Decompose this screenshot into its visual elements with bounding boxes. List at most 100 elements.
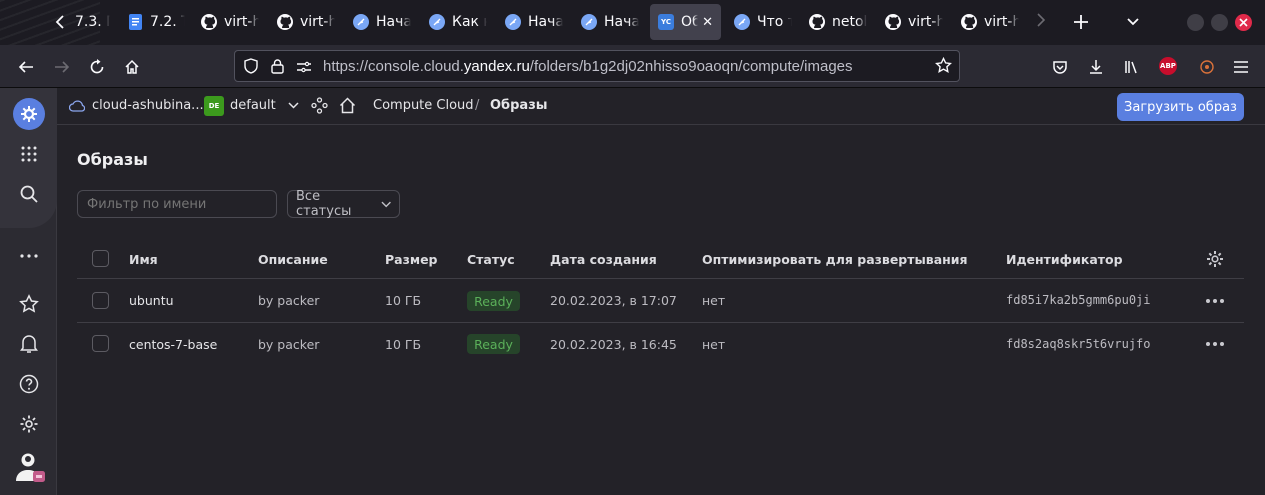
scroll-tabs-right-icon[interactable] [1036, 12, 1046, 32]
services-grid-icon[interactable] [14, 139, 44, 169]
column-header-id[interactable]: Идентификатор [1006, 252, 1123, 267]
maximize-window-icon[interactable] [1211, 14, 1228, 31]
cell-size: 10 ГБ [385, 293, 422, 308]
browser-tab[interactable]: 7.3. Г [52, 4, 110, 40]
back-arrow-icon[interactable] [12, 53, 40, 81]
downloads-icon[interactable] [1082, 53, 1110, 81]
row-actions-menu-icon[interactable] [1206, 341, 1224, 347]
feather-icon [734, 14, 750, 30]
breadcrumb-service[interactable]: Compute Cloud [373, 98, 474, 113]
shield-icon[interactable] [244, 58, 258, 78]
home-icon[interactable] [339, 97, 356, 118]
folder-badge[interactable]: DE [204, 96, 224, 116]
close-tab-icon[interactable]: ✕ [702, 15, 713, 30]
browser-tab[interactable]: Нача [581, 4, 639, 40]
status-select-value: Все статусы [296, 189, 352, 219]
cloud-selector[interactable]: cloud-ashubina... [69, 98, 204, 113]
left-rail [0, 88, 57, 495]
browser-tab[interactable]: virt-h [885, 4, 943, 40]
new-tab-icon[interactable] [1072, 13, 1090, 35]
close-window-icon[interactable] [1235, 14, 1252, 31]
table-divider [77, 322, 1244, 323]
url-text: https://console.cloud.yandex.ru/folders/… [323, 58, 853, 75]
browser-tab[interactable]: virt-h [277, 4, 335, 40]
favorites-star-icon[interactable] [14, 289, 44, 319]
adblock-plus-icon[interactable]: ABP [1159, 57, 1177, 75]
column-header-status[interactable]: Статус [467, 252, 515, 267]
column-header-description[interactable]: Описание [258, 252, 328, 267]
yandex-cloud-logo-icon[interactable] [13, 98, 45, 130]
chevron-down-icon [288, 102, 299, 109]
cell-description: by packer [258, 337, 320, 352]
pocket-icon[interactable] [1046, 53, 1074, 81]
forward-arrow-icon[interactable] [48, 53, 76, 81]
cell-name[interactable]: ubuntu [129, 293, 174, 308]
feather-icon [505, 14, 521, 30]
folder-selector[interactable]: default [230, 98, 299, 113]
status-select[interactable]: Все статусы [287, 189, 400, 219]
column-header-created[interactable]: Дата создания [550, 252, 657, 267]
column-header-size[interactable]: Размер [385, 252, 438, 267]
cell-optimize: нет [702, 293, 726, 308]
library-icon[interactable] [1118, 53, 1146, 81]
github-icon [809, 14, 825, 30]
search-icon[interactable] [14, 179, 44, 209]
browser-tab[interactable]: 7.2. Т [127, 4, 185, 40]
browser-tab-bar: 7.3. Г 7.2. Т virt-h virt-h Нача Как н Н… [0, 0, 1265, 45]
cell-id: fd8s2aq8skr5t6vrujfo [1006, 337, 1151, 351]
upload-image-button[interactable]: Загрузить образ [1117, 93, 1244, 121]
url-bar[interactable]: https://console.cloud.yandex.ru/folders/… [234, 50, 960, 82]
tab-list-icon[interactable] [1124, 12, 1142, 34]
browser-tab[interactable]: netol [809, 4, 867, 40]
permissions-icon[interactable] [296, 59, 312, 78]
cloud-icon [69, 99, 85, 112]
extension-icon[interactable] [1193, 53, 1221, 81]
browser-nav-bar: https://console.cloud.yandex.ru/folders/… [0, 45, 1265, 88]
name-filter-input[interactable] [77, 190, 277, 218]
cell-created: 20.02.2023, в 17:07 [550, 293, 677, 308]
cell-optimize: нет [702, 337, 726, 352]
minimize-window-icon[interactable] [1187, 14, 1204, 31]
column-header-optimize[interactable]: Оптимизировать для развертывания [702, 252, 968, 267]
menu-hamburger-icon[interactable] [1227, 53, 1255, 81]
browser-tab[interactable]: Как н [429, 4, 487, 40]
chevron-down-icon [381, 201, 391, 207]
cell-name[interactable]: centos-7-base [129, 337, 217, 352]
breadcrumb-header: cloud-ashubina... DE default Compute Clo… [57, 88, 1265, 125]
browser-tab-active[interactable]: YC Об ✕ [650, 4, 721, 40]
back-chevron-icon [52, 14, 68, 30]
github-icon [201, 14, 217, 30]
avatar[interactable] [15, 451, 45, 482]
status-badge: Ready [467, 291, 520, 311]
column-header-name[interactable]: Имя [129, 252, 158, 267]
more-icon[interactable] [14, 241, 44, 271]
help-icon[interactable] [14, 369, 44, 399]
browser-tab[interactable]: virt-h [961, 4, 1019, 40]
table-settings-gear-icon[interactable] [1206, 250, 1224, 272]
browser-tab[interactable]: Что т [734, 4, 792, 40]
cell-description: by packer [258, 293, 320, 308]
row-checkbox[interactable] [92, 335, 109, 352]
docs-icon [127, 14, 143, 30]
network-nodes-icon[interactable] [311, 97, 328, 118]
reload-icon[interactable] [83, 53, 111, 81]
select-all-checkbox[interactable] [92, 250, 109, 267]
notifications-bell-icon[interactable] [14, 329, 44, 359]
folder-name: default [230, 98, 276, 113]
browser-tab[interactable]: virt-h [201, 4, 259, 40]
browser-tab[interactable]: Нача [353, 4, 411, 40]
github-icon [961, 14, 977, 30]
breadcrumb-separator: / [475, 98, 480, 113]
settings-gear-icon[interactable] [14, 409, 44, 439]
feather-icon [429, 14, 445, 30]
home-icon[interactable] [118, 53, 146, 81]
lock-icon[interactable] [271, 58, 284, 78]
cell-created: 20.02.2023, в 16:45 [550, 337, 677, 352]
row-actions-menu-icon[interactable] [1206, 298, 1224, 304]
github-icon [277, 14, 293, 30]
cloud-name: cloud-ashubina... [92, 98, 204, 113]
bookmark-star-icon[interactable] [935, 56, 952, 78]
row-checkbox[interactable] [92, 292, 109, 309]
browser-tab[interactable]: Нача [505, 4, 563, 40]
status-badge: Ready [467, 334, 520, 354]
